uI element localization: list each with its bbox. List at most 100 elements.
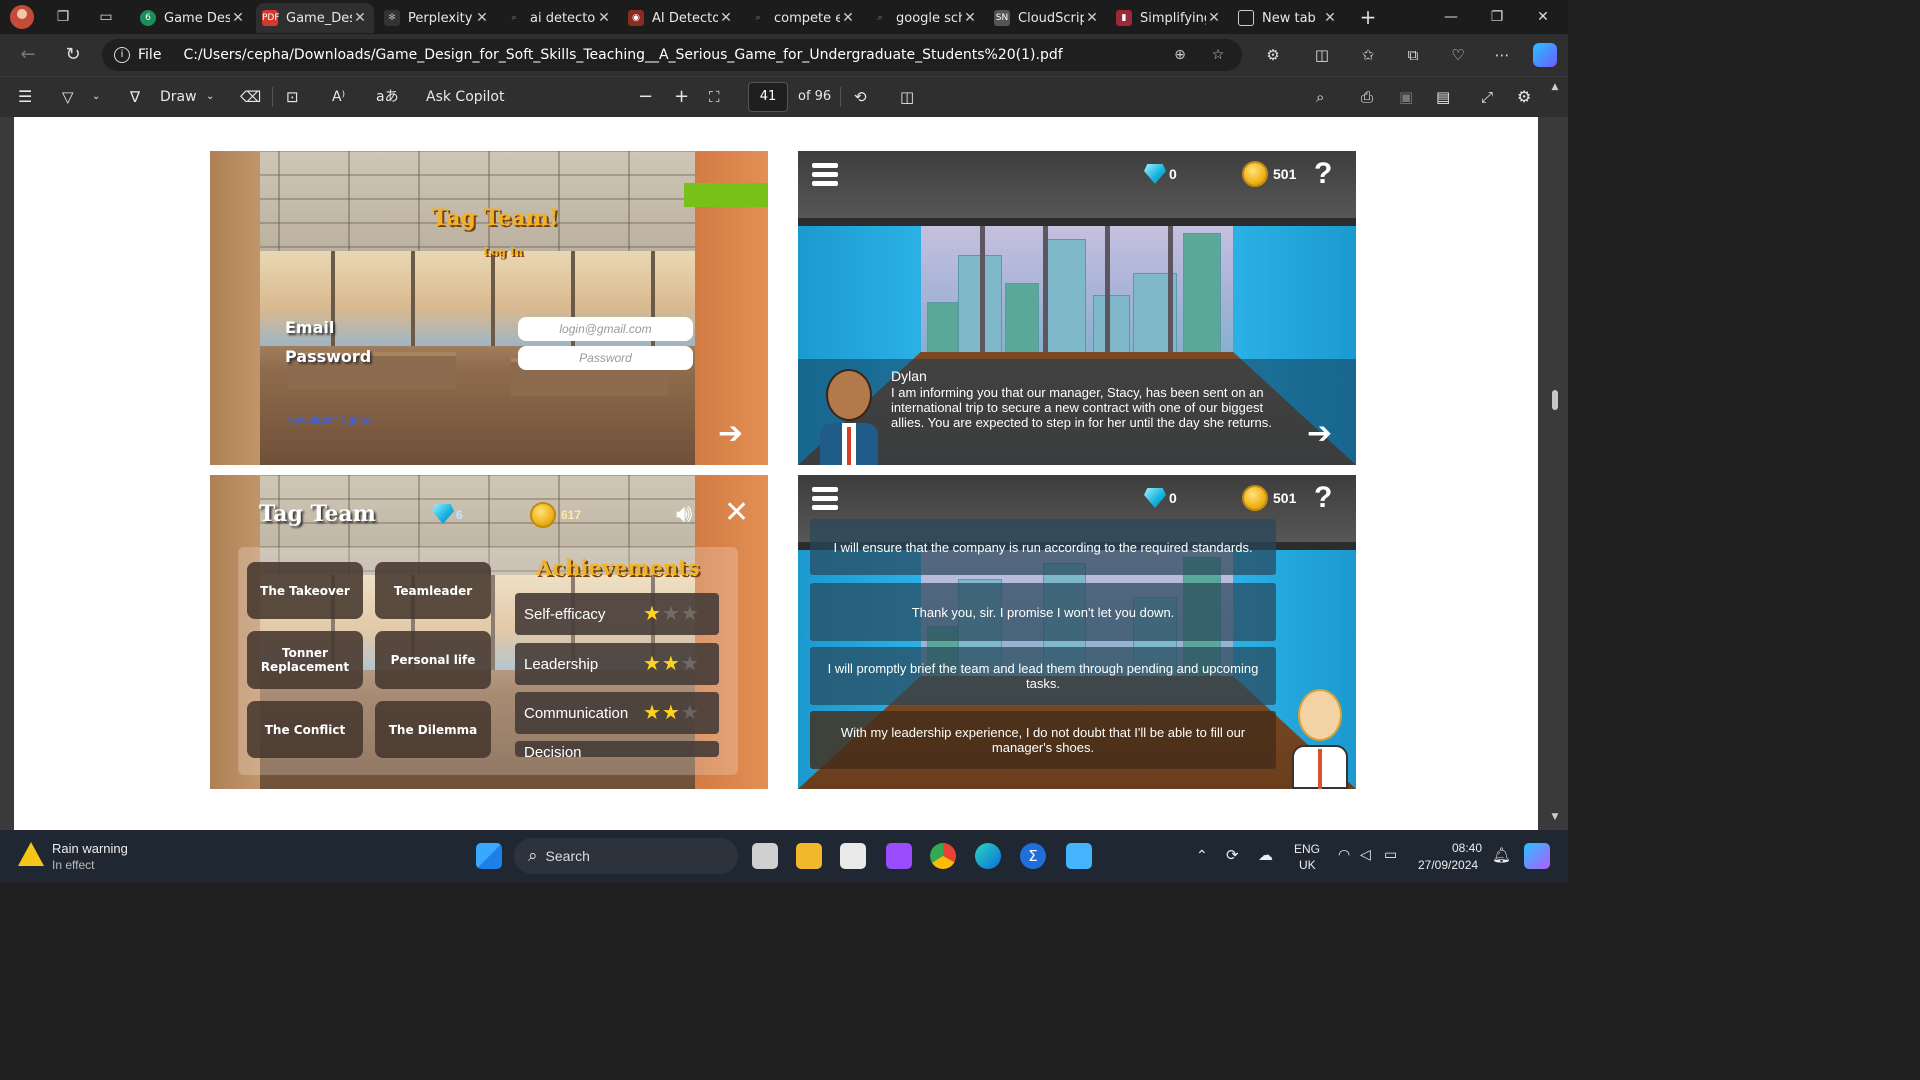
- notification-bell-icon[interactable]: 🔔︎: [1492, 846, 1511, 864]
- hamburger-menu-icon[interactable]: [812, 487, 838, 511]
- text-box-icon[interactable]: ⊡: [286, 85, 299, 109]
- back-arrow-icon[interactable]: ←: [15, 42, 41, 68]
- chevron-down-icon[interactable]: ⌄: [92, 85, 100, 109]
- window-close-icon[interactable]: ✕: [1528, 5, 1558, 29]
- highlight-icon[interactable]: ▽: [62, 85, 74, 109]
- zoom-icon[interactable]: ⊕: [1168, 47, 1192, 63]
- scenario-the-dilemma[interactable]: The Dilemma: [375, 701, 491, 758]
- address-bar[interactable]: i File C:/Users/cepha/Downloads/Game_Des…: [102, 39, 1242, 71]
- split-screen-icon[interactable]: ◫: [1310, 43, 1334, 67]
- email-field[interactable]: login@gmail.com: [518, 317, 693, 341]
- tab-game-des-pdf[interactable]: PDF Game_Des ✕: [256, 3, 374, 33]
- tab-simplifying[interactable]: ▮ Simplifying ✕: [1110, 3, 1228, 33]
- favorites-icon[interactable]: ✩: [1356, 43, 1380, 67]
- volume-icon[interactable]: ◁: [1360, 846, 1371, 863]
- next-arrow-icon[interactable]: ➔: [1307, 419, 1332, 449]
- file-explorer-icon[interactable]: [796, 843, 822, 869]
- draw-button[interactable]: Draw: [160, 85, 197, 109]
- tab-cloudscrip[interactable]: SN CloudScrip ✕: [988, 3, 1106, 33]
- favorite-star-icon[interactable]: ☆: [1206, 47, 1230, 63]
- scenario-tonner-replacement[interactable]: Tonner Replacement: [247, 631, 363, 689]
- battery-icon[interactable]: ▭: [1384, 846, 1397, 863]
- windows-start-icon[interactable]: [476, 843, 502, 869]
- save-as-icon[interactable]: ▤: [1436, 85, 1450, 109]
- scroll-down-icon[interactable]: ▼: [1548, 812, 1562, 822]
- tab-google-sch[interactable]: ⌕ google sch ✕: [866, 3, 984, 33]
- scroll-up-icon[interactable]: ▲: [1548, 82, 1562, 92]
- close-icon[interactable]: ✕: [724, 495, 749, 530]
- read-aloud-icon[interactable]: A⁾: [332, 85, 345, 109]
- chevron-down-icon[interactable]: ⌄: [206, 85, 214, 109]
- settings-gear-icon[interactable]: ⚙: [1517, 85, 1531, 109]
- ask-copilot-button[interactable]: Ask Copilot: [426, 85, 505, 109]
- scenario-the-conflict[interactable]: The Conflict: [247, 701, 363, 758]
- password-field[interactable]: Password: [518, 346, 693, 370]
- clock-date[interactable]: 27/09/2024: [1418, 858, 1478, 872]
- photos-icon[interactable]: [886, 843, 912, 869]
- tab-perplexity[interactable]: ✻ Perplexity ✕: [378, 3, 496, 33]
- store-icon[interactable]: [840, 843, 866, 869]
- page-view-icon[interactable]: ◫: [900, 85, 914, 109]
- draw-icon[interactable]: ∇: [130, 85, 140, 109]
- zoom-out-icon[interactable]: −: [638, 85, 653, 109]
- close-icon[interactable]: ✕: [1206, 10, 1222, 26]
- close-icon[interactable]: ✕: [840, 10, 856, 26]
- tab-actions-icon[interactable]: ▭: [97, 8, 115, 26]
- scenario-the-takeover[interactable]: The Takeover: [247, 562, 363, 619]
- profile-avatar[interactable]: [10, 5, 34, 29]
- zoom-in-icon[interactable]: +: [674, 85, 689, 109]
- speaker-volume-icon[interactable]: 🔊︎: [676, 499, 692, 530]
- close-icon[interactable]: ✕: [962, 10, 978, 26]
- tab-game-desi[interactable]: 6 Game Desi ✕: [134, 3, 252, 33]
- close-icon[interactable]: ✕: [352, 10, 368, 26]
- page-number-input[interactable]: 41: [748, 82, 788, 112]
- choice-option-1[interactable]: I will ensure that the company is run ac…: [810, 519, 1276, 575]
- rotate-icon[interactable]: ⟲: [854, 85, 867, 109]
- signup-link[interactable]: New player? Sign up: [288, 415, 371, 425]
- copilot-taskbar-icon[interactable]: [1524, 843, 1550, 869]
- wifi-icon[interactable]: ◠: [1338, 846, 1350, 863]
- next-arrow-icon[interactable]: ➔: [718, 419, 743, 449]
- contents-icon[interactable]: ☰: [18, 85, 32, 109]
- help-question-icon[interactable]: ?: [1314, 483, 1332, 513]
- onedrive-icon[interactable]: ☁: [1258, 846, 1273, 864]
- choice-option-4[interactable]: With my leadership experience, I do not …: [810, 711, 1276, 769]
- save-icon[interactable]: ▣: [1399, 85, 1413, 109]
- task-view-icon[interactable]: [752, 843, 778, 869]
- weather-title[interactable]: Rain warning: [52, 841, 128, 856]
- new-tab-plus-icon[interactable]: +: [1359, 7, 1377, 27]
- more-menu-icon[interactable]: ⋯: [1490, 43, 1514, 67]
- fullscreen-icon[interactable]: ⤢: [1481, 85, 1493, 109]
- close-icon[interactable]: ✕: [230, 10, 246, 26]
- copilot-icon[interactable]: [1533, 43, 1557, 67]
- notepad-icon[interactable]: [1066, 843, 1092, 869]
- edge-icon[interactable]: [975, 843, 1001, 869]
- choice-option-2[interactable]: Thank you, sir. I promise I won't let yo…: [810, 583, 1276, 641]
- refresh-icon[interactable]: ↻: [60, 42, 86, 68]
- document-viewport[interactable]: Tag Team! Log In Email Password login@gm…: [0, 117, 1568, 830]
- language-bottom[interactable]: UK: [1299, 858, 1316, 872]
- scenario-personal-life[interactable]: Personal life: [375, 631, 491, 689]
- tab-new-tab[interactable]: New tab ✕: [1232, 3, 1344, 33]
- weather-warning-icon[interactable]: [18, 842, 44, 866]
- extensions-icon[interactable]: ⚙: [1261, 43, 1285, 67]
- sync-icon[interactable]: ⟳: [1226, 846, 1239, 864]
- vertical-scrollbar[interactable]: ▲ ▼: [1548, 78, 1562, 830]
- chevron-up-icon[interactable]: ⌃: [1196, 847, 1208, 864]
- minimize-icon[interactable]: —: [1436, 5, 1466, 29]
- url-text[interactable]: C:/Users/cepha/Downloads/Game_Design_for…: [183, 47, 1168, 63]
- sigma-app-icon[interactable]: Σ: [1020, 843, 1046, 869]
- tab-ai-detecto[interactable]: ◉ AI Detecto ✕: [622, 3, 740, 33]
- eraser-icon[interactable]: ⌫: [240, 85, 261, 109]
- search-icon[interactable]: ⌕: [1316, 85, 1324, 109]
- close-icon[interactable]: ✕: [474, 10, 490, 26]
- info-icon[interactable]: i: [114, 47, 130, 63]
- tab-ai-detector[interactable]: ⌕ ai detector ✕: [500, 3, 618, 33]
- taskbar-search[interactable]: ⌕ Search: [514, 838, 738, 874]
- close-icon[interactable]: ✕: [718, 10, 734, 26]
- close-icon[interactable]: ✕: [596, 10, 612, 26]
- language-top[interactable]: ENG: [1294, 842, 1320, 856]
- print-icon[interactable]: ⎙: [1361, 85, 1373, 109]
- choice-option-3[interactable]: I will promptly brief the team and lead …: [810, 647, 1276, 705]
- help-question-icon[interactable]: ?: [1314, 159, 1332, 189]
